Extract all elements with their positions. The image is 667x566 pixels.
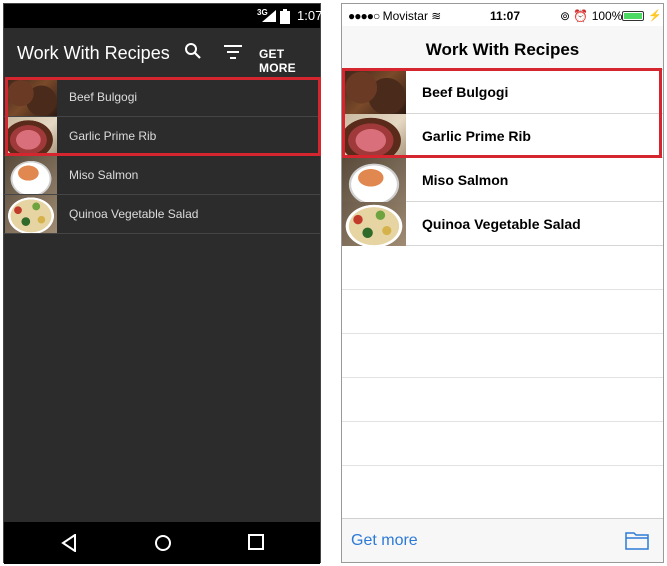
- recipe-thumbnail: [5, 156, 57, 194]
- ios-status-time: 11:07: [490, 9, 521, 23]
- ios-screen: ●●●●○ Movistar ≋ 11:07 ⊚ ⏰ 100% ⚡ Work W…: [341, 3, 664, 563]
- battery-icon: [280, 9, 290, 24]
- page-title: Work With Recipes: [17, 43, 170, 63]
- ios-status-bar: ●●●●○ Movistar ≋ 11:07 ⊚ ⏰ 100% ⚡: [342, 4, 663, 26]
- android-nav-bar: [4, 522, 320, 564]
- charging-icon: ⚡: [648, 10, 662, 22]
- empty-row: [342, 378, 663, 422]
- ios-toolbar: Get more: [342, 518, 663, 562]
- recipe-thumbnail: [342, 157, 406, 202]
- recipe-label: Beef Bulgogi: [69, 90, 138, 104]
- recipe-thumbnail: [5, 195, 57, 233]
- signal-dots-icon: ●●●●○: [348, 9, 380, 23]
- filter-icon[interactable]: [224, 45, 242, 59]
- list-item[interactable]: Beef Bulgogi: [342, 69, 663, 114]
- recipe-label: Quinoa Vegetable Salad: [422, 215, 581, 232]
- empty-row: [342, 334, 663, 378]
- recipe-label: Garlic Prime Rib: [69, 129, 157, 143]
- recipe-thumbnail: [342, 201, 406, 246]
- carrier-name: Movistar: [382, 9, 428, 23]
- recents-icon[interactable]: [248, 534, 264, 550]
- wifi-icon: ≋: [431, 9, 442, 23]
- android-status-bar: 3G 1:07: [4, 4, 323, 28]
- home-icon[interactable]: [154, 534, 172, 552]
- recipe-thumbnail: [342, 69, 406, 114]
- recipe-label: Miso Salmon: [69, 168, 139, 182]
- battery-icon: [622, 11, 644, 21]
- recipe-thumbnail: [5, 78, 57, 116]
- empty-row: [342, 422, 663, 466]
- list-item[interactable]: Beef Bulgogi: [4, 78, 320, 117]
- get-more-button[interactable]: GET MORE: [259, 47, 320, 75]
- list-item[interactable]: Miso Salmon: [342, 157, 663, 202]
- rotation-lock-icon: ⊚: [560, 9, 571, 23]
- ios-nav-bar: Work With Recipes: [342, 26, 663, 70]
- list-item[interactable]: Quinoa Vegetable Salad: [342, 201, 663, 246]
- alarm-icon: ⏰: [573, 9, 589, 23]
- ios-recipe-list: Beef Bulgogi Garlic Prime Rib Miso Salmo…: [342, 69, 663, 466]
- list-item[interactable]: Miso Salmon: [4, 156, 320, 195]
- back-icon[interactable]: [61, 534, 77, 552]
- android-status-time: 1:07: [297, 8, 323, 23]
- recipe-label: Garlic Prime Rib: [422, 127, 531, 144]
- page-title: Work With Recipes: [425, 40, 580, 59]
- folder-icon[interactable]: [625, 530, 649, 550]
- empty-row: [342, 290, 663, 334]
- recipe-thumbnail: [5, 117, 57, 155]
- recipe-label: Quinoa Vegetable Salad: [69, 207, 199, 221]
- status-right: ⊚ ⏰ 100%: [560, 9, 622, 23]
- list-item[interactable]: Garlic Prime Rib: [4, 117, 320, 156]
- recipe-thumbnail: [342, 113, 406, 158]
- battery-percent: 100%: [591, 9, 623, 23]
- get-more-button[interactable]: Get more: [351, 532, 418, 550]
- search-icon[interactable]: [184, 42, 202, 60]
- android-recipe-list: Beef Bulgogi Garlic Prime Rib Miso Salmo…: [4, 78, 320, 234]
- signal-icon: [262, 10, 276, 22]
- list-item[interactable]: Garlic Prime Rib: [342, 113, 663, 158]
- carrier-info: ●●●●○ Movistar ≋: [348, 9, 441, 23]
- android-app-bar: Work With Recipes GET MORE: [4, 28, 320, 78]
- recipe-label: Beef Bulgogi: [422, 83, 509, 100]
- list-item[interactable]: Quinoa Vegetable Salad: [4, 195, 320, 234]
- android-screen: 3G 1:07 Work With Recipes GET MORE Beef …: [3, 3, 323, 564]
- empty-row: [342, 246, 663, 290]
- recipe-label: Miso Salmon: [422, 171, 509, 188]
